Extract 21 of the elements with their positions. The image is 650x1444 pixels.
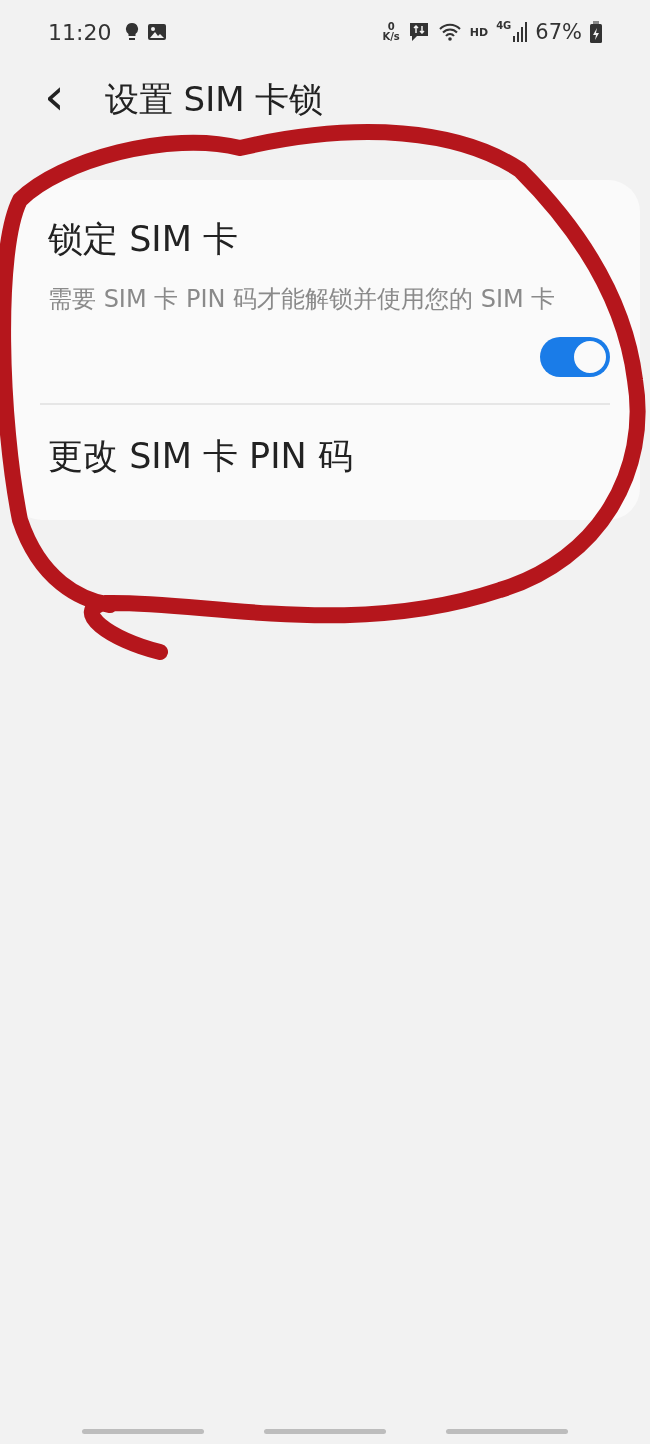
- battery-percent: 67%: [535, 20, 582, 44]
- nav-hint[interactable]: [264, 1429, 386, 1434]
- setting-title: 锁定 SIM 卡: [47, 218, 239, 261]
- battery-icon: [590, 21, 602, 43]
- back-button[interactable]: ‹: [40, 70, 69, 130]
- signal-icon: [513, 22, 528, 42]
- net-speed-value: 0: [387, 22, 395, 32]
- message-icon: [407, 21, 430, 43]
- toggle-switch[interactable]: [540, 337, 610, 377]
- nav-hint[interactable]: [446, 1429, 568, 1434]
- bulb-icon: [125, 22, 140, 42]
- net-speed-unit: K/s: [382, 32, 400, 42]
- setting-description: 需要 SIM 卡 PIN 码才能解锁并使用您的 SIM 卡: [47, 284, 557, 315]
- hd-label: HD: [469, 25, 489, 39]
- network-type: 4G: [496, 20, 512, 31]
- image-icon: [147, 23, 168, 41]
- setting-link[interactable]: 更改 SIM 卡 PIN 码: [40, 433, 610, 480]
- page-title: 设置 SIM 卡锁: [104, 78, 324, 121]
- status-time: 11:20: [48, 19, 112, 45]
- wifi-icon: [437, 22, 462, 42]
- nav-hint[interactable]: [82, 1429, 204, 1434]
